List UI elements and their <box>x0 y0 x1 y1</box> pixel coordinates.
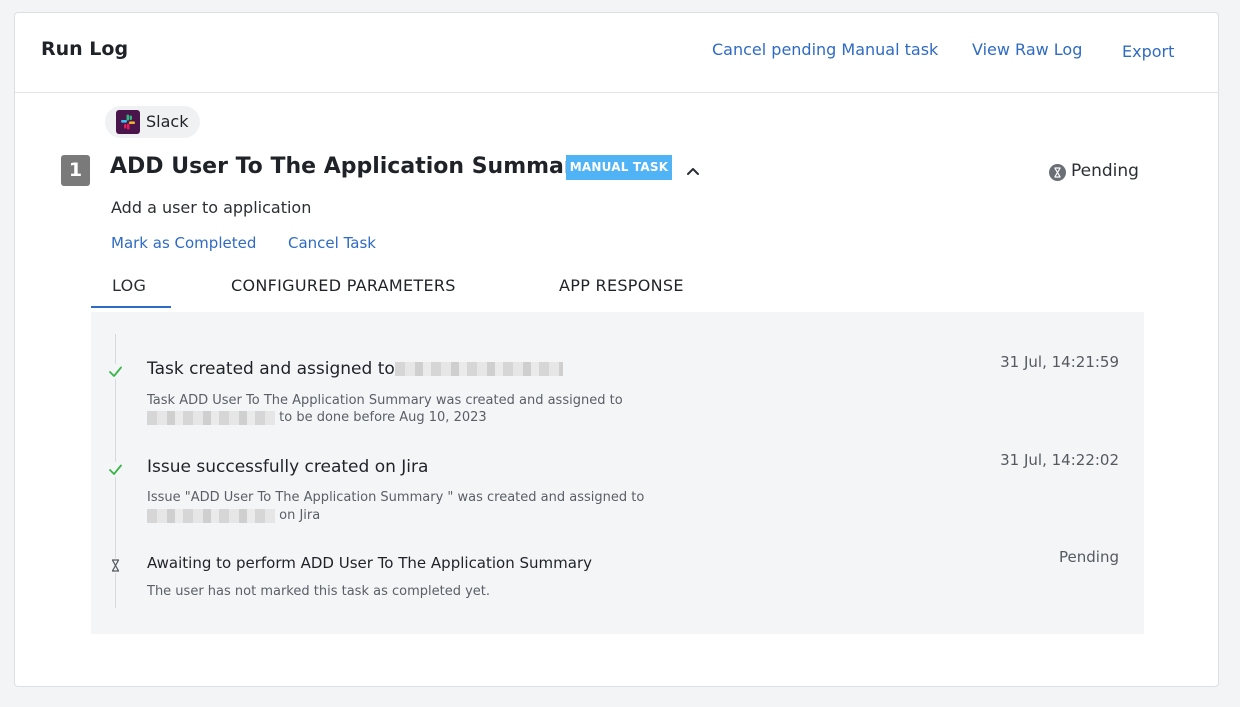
cancel-pending-manual-task-link[interactable]: Cancel pending Manual task <box>712 40 938 59</box>
log-entry-title: Task created and assigned to <box>147 359 563 379</box>
task-title: ADD User To The Application Summary <box>110 154 590 179</box>
log-entry-detail-line2: to be done before Aug 10, 2023 <box>147 409 487 427</box>
log-entry-time: 31 Jul, 14:22:02 <box>1000 451 1119 469</box>
check-icon <box>108 462 123 477</box>
hourglass-icon <box>1049 164 1066 181</box>
step-number-badge: 1 <box>61 155 90 186</box>
redacted-username <box>394 362 563 376</box>
log-panel: Task created and assigned to 31 Jul, 14:… <box>91 312 1144 634</box>
log-entry-detail-text: on Jira <box>279 508 321 523</box>
log-entry-detail: Issue "ADD User To The Application Summa… <box>147 490 645 505</box>
log-entry-title: Issue successfully created on Jira <box>147 457 429 477</box>
slack-logo-icon <box>116 110 140 134</box>
check-icon <box>108 364 123 379</box>
export-link[interactable]: Export <box>1122 42 1174 61</box>
app-chip-slack: Slack <box>105 106 200 138</box>
run-log-header: Run Log Cancel pending Manual task View … <box>15 13 1218 93</box>
log-entry-time: Pending <box>1059 548 1119 566</box>
redacted-username <box>147 410 275 425</box>
cancel-task-link[interactable]: Cancel Task <box>288 234 376 252</box>
manual-task-badge: MANUAL TASK <box>566 155 672 180</box>
log-entry-title: Awaiting to perform ADD User To The Appl… <box>147 554 592 572</box>
log-entry-detail-text: to be done before Aug 10, 2023 <box>279 410 487 425</box>
active-tab-indicator <box>91 306 171 308</box>
log-entry-detail: The user has not marked this task as com… <box>147 584 491 599</box>
hourglass-icon <box>108 558 123 573</box>
page-title: Run Log <box>41 38 129 60</box>
task-description: Add a user to application <box>111 198 312 217</box>
status-text: Pending <box>1071 161 1139 181</box>
tab-app-response[interactable]: APP RESPONSE <box>559 276 684 295</box>
redacted-username <box>147 508 275 523</box>
mark-as-completed-link[interactable]: Mark as Completed <box>111 234 256 252</box>
tab-log[interactable]: LOG <box>112 276 146 295</box>
chevron-up-icon[interactable] <box>685 163 701 179</box>
log-entry-title-text: Task created and assigned to <box>147 359 395 379</box>
log-entry-detail-line2: on Jira <box>147 507 320 525</box>
log-entry-time: 31 Jul, 14:21:59 <box>1000 353 1119 371</box>
view-raw-log-link[interactable]: View Raw Log <box>972 40 1082 59</box>
tab-configured-parameters[interactable]: CONFIGURED PARAMETERS <box>231 276 456 295</box>
log-entry-detail: Task ADD User To The Application Summary… <box>147 393 623 408</box>
app-name: Slack <box>146 112 189 131</box>
